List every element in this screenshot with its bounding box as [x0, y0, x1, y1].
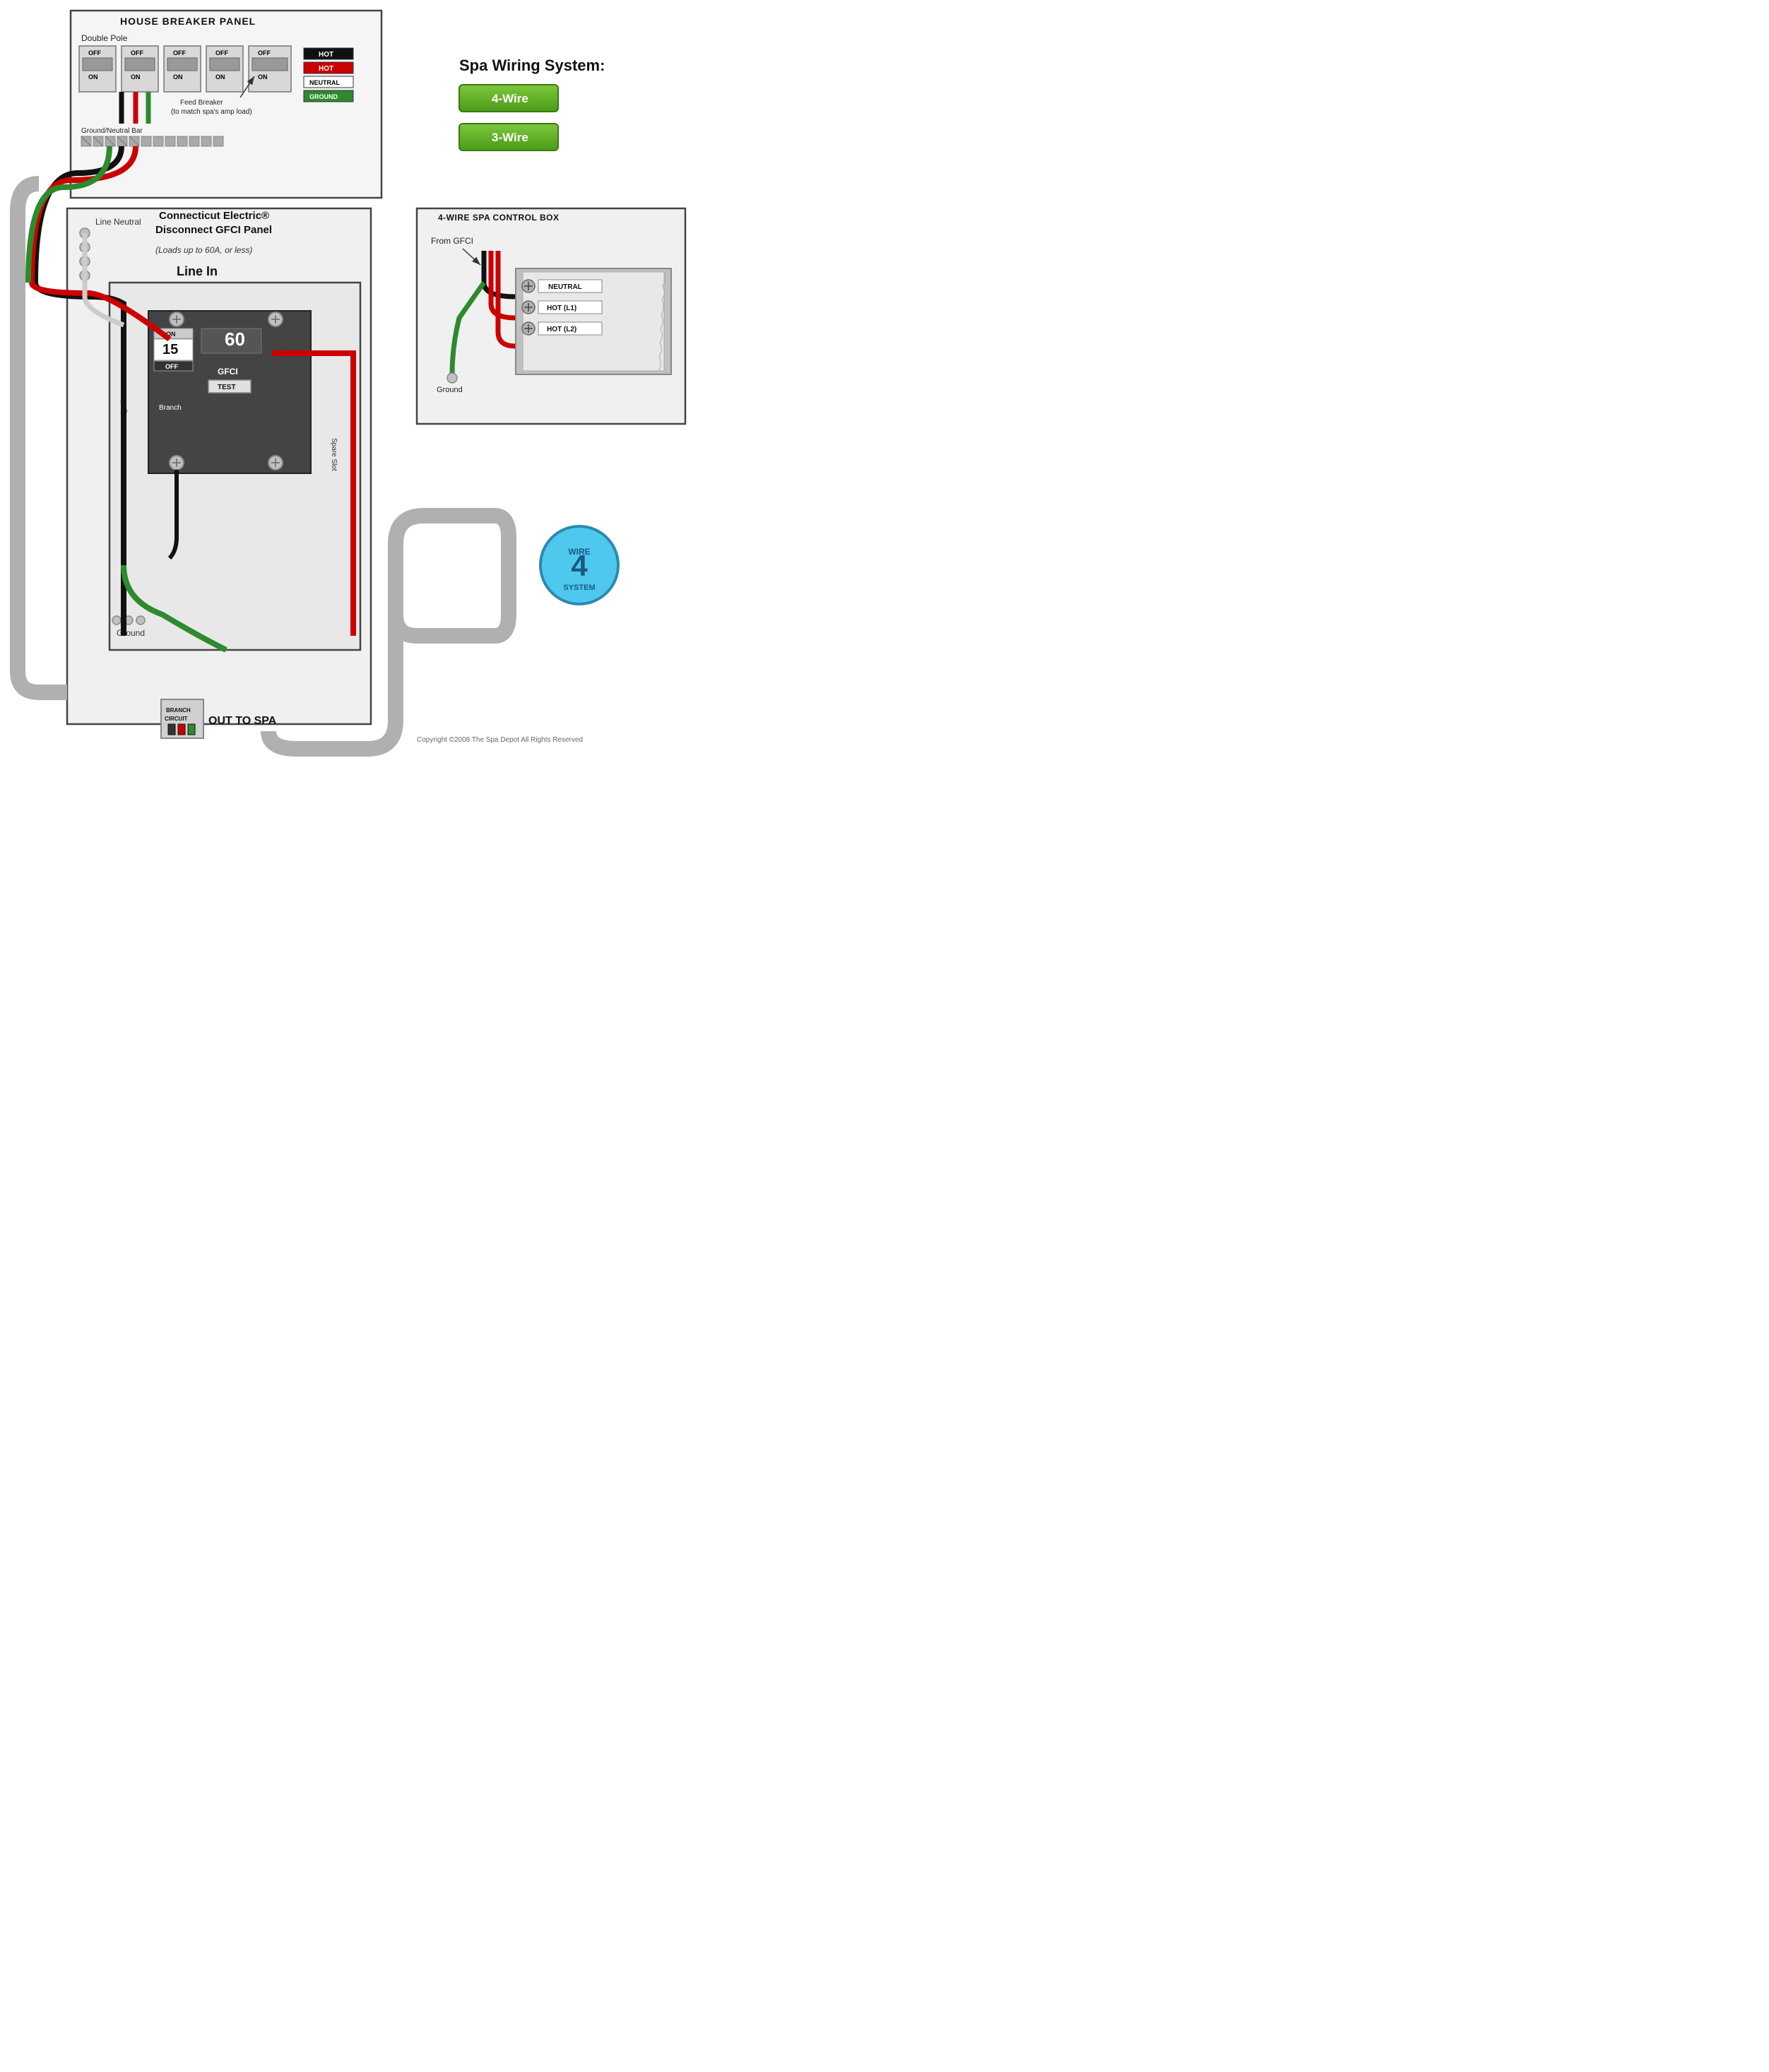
svg-text:OFF: OFF — [88, 49, 101, 57]
svg-text:GROUND: GROUND — [309, 93, 338, 100]
svg-text:CIRCUIT: CIRCUIT — [165, 716, 188, 722]
svg-text:(to match spa's amp load): (to match spa's amp load) — [171, 108, 252, 116]
svg-text:ON: ON — [258, 73, 268, 81]
svg-text:HOT: HOT — [319, 51, 333, 59]
svg-text:NEUTRAL: NEUTRAL — [309, 79, 340, 86]
svg-text:Line In: Line In — [177, 264, 218, 278]
svg-text:ON: ON — [88, 73, 98, 81]
svg-text:Connecticut Electric®: Connecticut Electric® — [159, 210, 269, 222]
svg-text:Branch: Branch — [159, 404, 182, 412]
svg-text:4-Wire: 4-Wire — [492, 92, 528, 105]
svg-text:HOT: HOT — [319, 65, 333, 73]
svg-text:Spa Wiring System:: Spa Wiring System: — [459, 57, 605, 74]
svg-text:Line Neutral: Line Neutral — [95, 217, 141, 227]
svg-text:OFF: OFF — [215, 49, 228, 57]
svg-text:15: 15 — [162, 342, 178, 357]
svg-text:HOT (L1): HOT (L1) — [547, 304, 576, 312]
svg-text:GFCI: GFCI — [218, 367, 238, 377]
svg-text:OFF: OFF — [258, 49, 271, 57]
svg-text:60: 60 — [225, 328, 245, 350]
svg-text:HOT (L2): HOT (L2) — [547, 326, 576, 333]
svg-text:4-WIRE SPA CONTROL BOX: 4-WIRE SPA CONTROL BOX — [438, 213, 559, 223]
svg-text:4: 4 — [571, 549, 588, 582]
svg-text:Copyright ©2008 The Spa Depot: Copyright ©2008 The Spa Depot All Rights… — [417, 736, 583, 744]
svg-text:Ground: Ground — [437, 386, 463, 394]
svg-text:SYSTEM: SYSTEM — [563, 584, 595, 592]
svg-text:Feed Breaker: Feed Breaker — [180, 99, 223, 107]
svg-text:Spare Slot: Spare Slot — [330, 438, 338, 471]
svg-text:Ground/Neutral Bar: Ground/Neutral Bar — [81, 127, 143, 135]
svg-text:Disconnect GFCI Panel: Disconnect GFCI Panel — [155, 224, 272, 236]
svg-text:OFF: OFF — [173, 49, 186, 57]
svg-text:TEST: TEST — [218, 384, 236, 391]
svg-text:HOUSE BREAKER PANEL: HOUSE BREAKER PANEL — [120, 16, 256, 27]
svg-text:ON: ON — [131, 73, 141, 81]
svg-text:NEUTRAL: NEUTRAL — [548, 283, 582, 291]
svg-text:From GFCI: From GFCI — [431, 236, 473, 246]
svg-text:ON: ON — [173, 73, 183, 81]
svg-text:BRANCH: BRANCH — [166, 707, 191, 714]
svg-text:OFF: OFF — [131, 49, 143, 57]
svg-text:OFF: OFF — [165, 363, 178, 370]
svg-text:OUT TO SPA: OUT TO SPA — [208, 715, 277, 727]
full-diagram: HOUSE BREAKER PANEL Double Pole OFF ON O… — [0, 0, 706, 812]
svg-text:Double Pole: Double Pole — [81, 33, 128, 43]
svg-text:3-Wire: 3-Wire — [492, 131, 528, 144]
svg-text:(Loads up to 60A, or less): (Loads up to 60A, or less) — [155, 245, 252, 255]
svg-text:ON: ON — [215, 73, 225, 81]
